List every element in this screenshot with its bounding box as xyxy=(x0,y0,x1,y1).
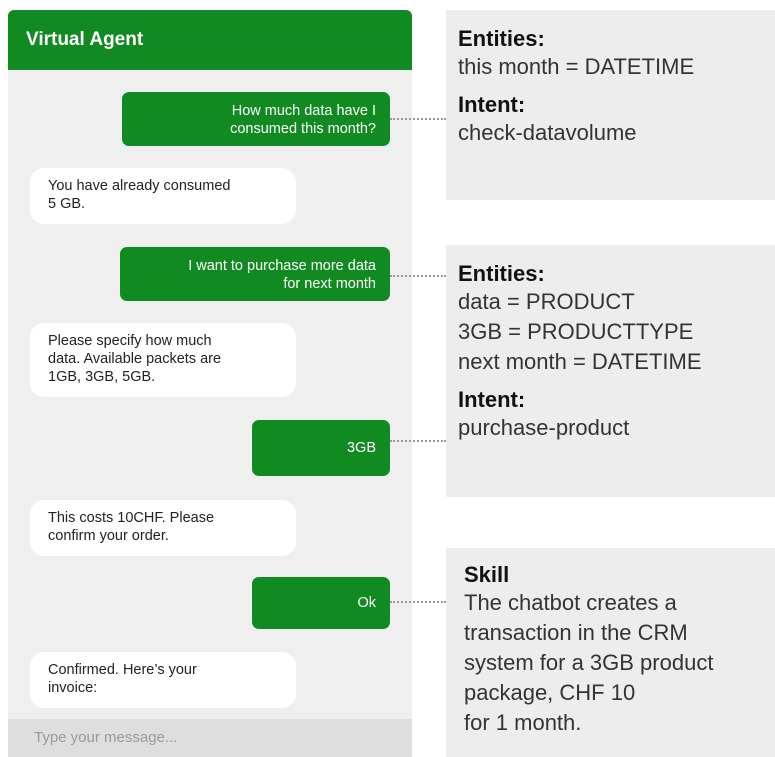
entities-heading: Entities: xyxy=(458,26,545,51)
agent-message-3: This costs 10CHF. Please confirm your or… xyxy=(30,500,296,556)
intent-value: check-datavolume xyxy=(458,120,637,145)
intent-heading: Intent: xyxy=(458,92,526,117)
annotation-box-2: Entities: data = PRODUCT 3GB = PRODUCTTY… xyxy=(446,245,775,497)
entity-item: next month = DATETIME xyxy=(458,349,702,374)
intent-heading: Intent: xyxy=(458,387,526,412)
connector-line-4 xyxy=(390,601,446,603)
skill-line: system for a 3GB product xyxy=(464,650,714,675)
skill-line: for 1 month. xyxy=(464,710,582,735)
intent-value: purchase-product xyxy=(458,415,630,440)
user-message-3: 3GB xyxy=(252,420,390,476)
entity-item: data = PRODUCT xyxy=(458,289,635,314)
chat-header-title: Virtual Agent xyxy=(8,10,412,70)
skill-line: transaction in the CRM xyxy=(464,620,688,645)
agent-message-1: You have already consumed 5 GB. xyxy=(30,168,296,224)
entities-heading: Entities: xyxy=(458,261,545,286)
connector-line-2 xyxy=(390,275,446,277)
annotation-box-3: Skill The chatbot creates a transaction … xyxy=(446,548,775,757)
entity-item: this month = DATETIME xyxy=(458,54,695,79)
agent-message-2: Please specify how much data. Available … xyxy=(30,323,296,397)
user-message-4: Ok xyxy=(252,577,390,629)
user-message-1: How much data have I consumed this month… xyxy=(122,92,390,146)
agent-message-4: Confirmed. Here’s your invoice: xyxy=(30,652,296,708)
connector-line-1 xyxy=(390,118,446,120)
skill-line: The chatbot creates a xyxy=(464,590,677,615)
entity-item: 3GB = PRODUCTTYPE xyxy=(458,319,694,344)
annotation-box-1: Entities: this month = DATETIME Intent: … xyxy=(446,10,775,200)
skill-line: package, CHF 10 xyxy=(464,680,636,705)
skill-heading: Skill xyxy=(464,562,510,587)
connector-line-3 xyxy=(390,440,446,442)
chat-window: Virtual Agent How much data have I consu… xyxy=(8,10,412,757)
user-message-2: I want to purchase more data for next mo… xyxy=(120,247,390,301)
message-input[interactable]: Type your message... xyxy=(8,719,412,757)
